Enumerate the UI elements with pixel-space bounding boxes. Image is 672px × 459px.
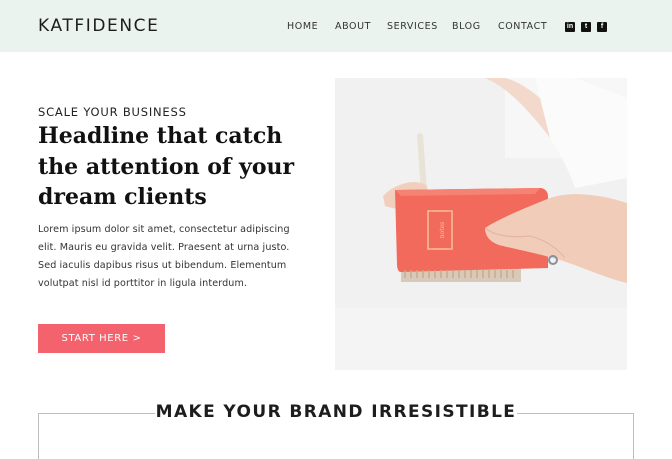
nav-services[interactable]: SERVICES [387, 21, 438, 32]
section-title: MAKE YOUR BRAND IRRESISTIBLE [155, 402, 517, 422]
linkedin-icon[interactable]: in [565, 22, 575, 32]
nav-home[interactable]: HOME [287, 21, 318, 32]
nav-about[interactable]: ABOUT [335, 21, 371, 32]
tumblr-icon[interactable]: t [581, 22, 591, 32]
notebook-photo: notes [335, 78, 627, 370]
hero-body: Lorem ipsum dolor sit amet, consectetur … [38, 224, 290, 289]
notebook-label: notes [439, 222, 446, 239]
site-logo[interactable]: KATFIDENCE [38, 16, 160, 36]
start-here-button[interactable]: START HERE > [38, 324, 165, 353]
nav-contact[interactable]: CONTACT [498, 21, 547, 32]
hero-image: notes [335, 78, 627, 370]
site-header: KATFIDENCE HOME ABOUT SERVICES BLOG CONT… [0, 0, 672, 52]
nav-blog[interactable]: BLOG [452, 21, 481, 32]
hero-headline: Headline that catch the attention of you… [38, 123, 295, 210]
social-links: in t f [565, 22, 607, 32]
facebook-icon[interactable]: f [597, 22, 607, 32]
hero-eyebrow: SCALE YOUR BUSINESS [38, 105, 187, 119]
